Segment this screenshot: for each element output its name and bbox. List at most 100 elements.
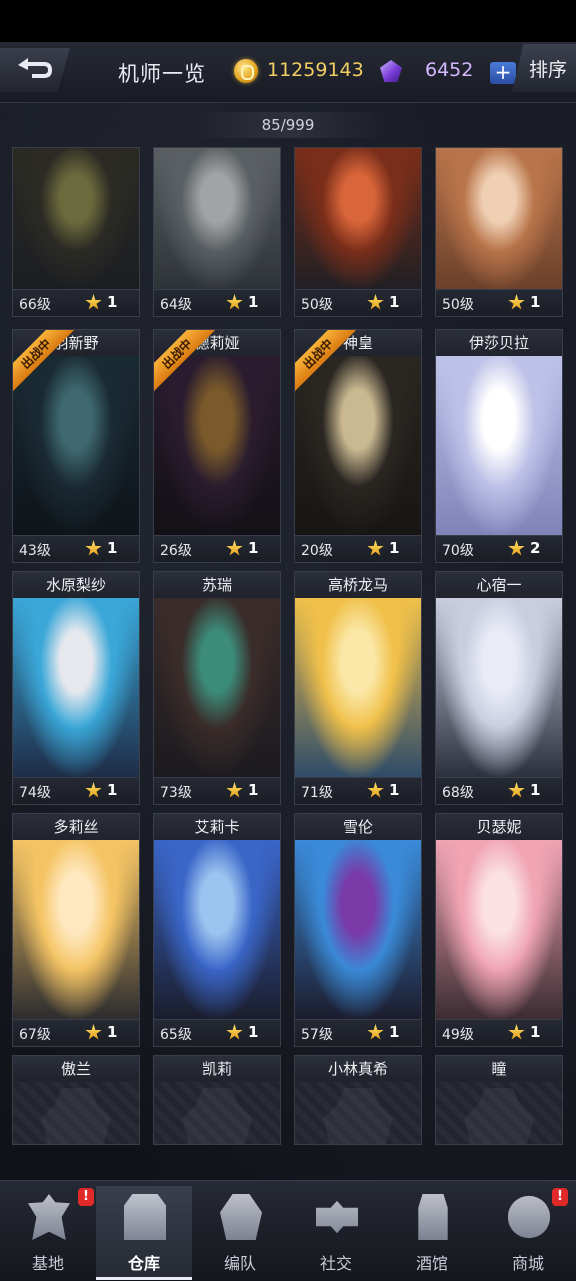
pilot-portrait	[154, 148, 280, 292]
formation-icon	[220, 1194, 262, 1240]
tavern-icon	[418, 1194, 448, 1240]
pilot-stats: 70级 2	[436, 535, 562, 562]
pilot-star-count: 2	[530, 539, 541, 557]
pilot-card[interactable]: 水原梨纱 74级 1	[12, 571, 140, 805]
pilot-star-count: 1	[248, 539, 259, 557]
pilot-star-count: 1	[530, 781, 541, 799]
star-icon	[226, 1024, 243, 1040]
pilot-portrait	[154, 356, 280, 538]
pilot-card[interactable]: 50级 1	[294, 147, 422, 317]
pilot-name: 雪伦	[295, 814, 421, 840]
star-icon	[367, 540, 384, 556]
pilot-stats: 65级 1	[154, 1019, 280, 1046]
silhouette-icon	[182, 1088, 252, 1144]
star-icon	[367, 294, 384, 310]
pilot-star-count: 1	[389, 539, 400, 557]
silhouette-icon	[41, 1088, 111, 1144]
nav-formation[interactable]: 编队	[192, 1186, 288, 1280]
pilot-portrait	[13, 356, 139, 538]
pilot-portrait	[295, 148, 421, 292]
pilot-level: 43级	[19, 543, 51, 559]
pilot-name: 水原梨纱	[13, 572, 139, 598]
pilot-card[interactable]: 50级 1	[435, 147, 563, 317]
nav-tavern[interactable]: 酒馆	[384, 1186, 480, 1280]
pilot-name: 瞳	[436, 1056, 562, 1082]
social-icon	[316, 1200, 358, 1234]
nav-warehouse[interactable]: 仓库	[96, 1186, 192, 1280]
pilot-portrait	[154, 598, 280, 780]
gem-amount: 6452	[425, 59, 474, 81]
star-icon	[85, 294, 102, 310]
nav-social[interactable]: 社交	[288, 1186, 384, 1280]
pilot-stats: 50级 1	[436, 289, 562, 316]
pilot-stats: 67级 1	[13, 1019, 139, 1046]
star-icon	[226, 294, 243, 310]
pilot-level: 68级	[442, 785, 474, 801]
pilot-card[interactable]: 伊莎贝拉 70级 2	[435, 329, 563, 563]
locked-pilot-card[interactable]: 傲兰	[12, 1055, 140, 1145]
pilot-stats: 26级 1	[154, 535, 280, 562]
pilot-name: 心宿一	[436, 572, 562, 598]
locked-pilot-card[interactable]: 瞳	[435, 1055, 563, 1145]
add-gems-button[interactable]: +	[490, 62, 516, 84]
silhouette-icon	[464, 1088, 534, 1144]
pilot-level: 57级	[301, 1027, 333, 1043]
nav-label: 仓库	[127, 1254, 160, 1273]
pilot-level: 49级	[442, 1027, 474, 1043]
pilot-card[interactable]: 心宿一 68级 1	[435, 571, 563, 805]
pilot-star-count: 1	[389, 781, 400, 799]
pilot-level: 64级	[160, 297, 192, 313]
pilot-stats: 74级 1	[13, 777, 139, 804]
locked-pilot-card[interactable]: 凯莉	[153, 1055, 281, 1145]
pilot-name: 小林真希	[295, 1056, 421, 1082]
pilot-card[interactable]: 多莉丝 67级 1	[12, 813, 140, 1047]
pilot-stats: 66级 1	[13, 289, 139, 316]
pilot-portrait	[13, 148, 139, 292]
pilot-star-count: 1	[107, 1023, 118, 1041]
nav-shop[interactable]: 商城!	[480, 1186, 576, 1280]
pilot-card[interactable]: 苏瑞 73级 1	[153, 571, 281, 805]
pilot-star-count: 1	[107, 293, 118, 311]
star-icon	[508, 294, 525, 310]
pilot-level: 66级	[19, 297, 51, 313]
pilot-name: 高桥龙马	[295, 572, 421, 598]
pilot-card[interactable]: 神皇 出战中 20级 1	[294, 329, 422, 563]
pilot-name: 傲兰	[13, 1056, 139, 1082]
star-icon	[85, 540, 102, 556]
locked-portrait	[295, 1082, 421, 1144]
pilot-level: 50级	[442, 297, 474, 313]
pilot-stats: 49级 1	[436, 1019, 562, 1046]
pilot-stats: 20级 1	[295, 535, 421, 562]
pilot-card[interactable]: 高桥龙马 71级 1	[294, 571, 422, 805]
alert-badge: !	[552, 1188, 568, 1206]
nav-base[interactable]: 基地!	[0, 1186, 96, 1280]
status-bar	[0, 0, 576, 42]
pilot-card[interactable]: 贝瑟妮 49级 1	[435, 813, 563, 1047]
pilot-level: 74级	[19, 785, 51, 801]
back-arrow-icon	[18, 58, 52, 78]
pilot-card[interactable]: 雪伦 57级 1	[294, 813, 422, 1047]
pilot-card[interactable]: 66级 1	[12, 147, 140, 317]
pilot-stats: 50级 1	[295, 289, 421, 316]
pilot-stats: 73级 1	[154, 777, 280, 804]
locked-pilot-card[interactable]: 小林真希	[294, 1055, 422, 1145]
pilot-card[interactable]: 羽新野 出战中 43级 1	[12, 329, 140, 563]
pilot-card[interactable]: 德莉娅 出战中 26级 1	[153, 329, 281, 563]
pilot-name: 凯莉	[154, 1056, 280, 1082]
pilot-star-count: 1	[107, 781, 118, 799]
pilot-star-count: 1	[389, 1023, 400, 1041]
pilot-level: 26级	[160, 543, 192, 559]
pilot-card[interactable]: 64级 1	[153, 147, 281, 317]
warehouse-icon	[124, 1194, 166, 1240]
page-title: 机师一览	[118, 62, 206, 86]
pilot-name: 艾莉卡	[154, 814, 280, 840]
alert-badge: !	[78, 1188, 94, 1206]
pilot-level: 71级	[301, 785, 333, 801]
nav-label: 编队	[223, 1254, 256, 1273]
pilot-stats: 68级 1	[436, 777, 562, 804]
pilot-card[interactable]: 艾莉卡 65级 1	[153, 813, 281, 1047]
pilot-star-count: 1	[530, 1023, 541, 1041]
pilot-stats: 71级 1	[295, 777, 421, 804]
pilot-portrait	[295, 356, 421, 538]
pilot-portrait	[436, 148, 562, 292]
